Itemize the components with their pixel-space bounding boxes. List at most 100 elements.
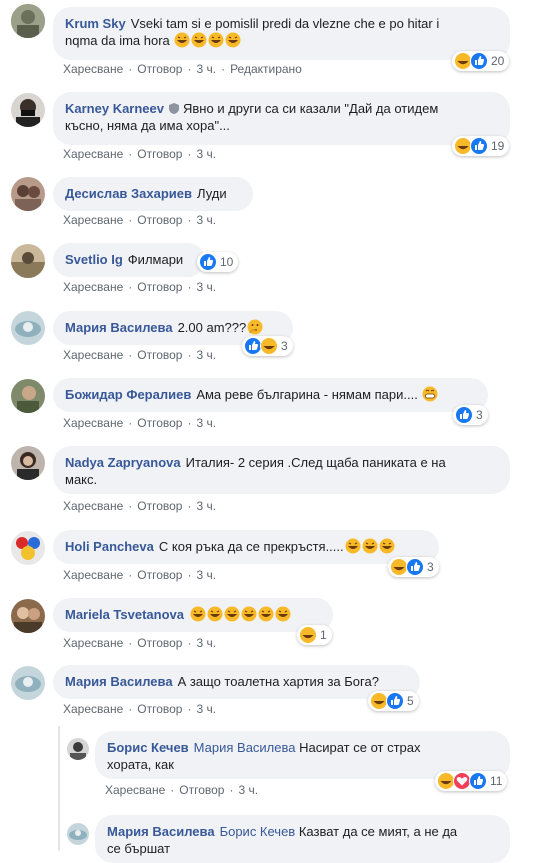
comment-text: Казват да се мият, а не да — [298, 824, 458, 839]
commenter-name[interactable]: Мария Василева — [65, 320, 173, 335]
like-link[interactable]: Харесване — [63, 636, 123, 650]
comment-bubble: Krum Sky Vseki tam si e pomislil predi da… — [53, 7, 510, 60]
avatar[interactable] — [67, 738, 89, 760]
avatar[interactable] — [11, 311, 45, 345]
like-link[interactable]: Харесване — [63, 280, 123, 294]
avatar[interactable] — [11, 379, 45, 413]
commenter-name[interactable]: Борис Кечев — [107, 740, 189, 755]
comment-bubble: Svetlio Ig Филмари — [53, 243, 205, 277]
comment-actions: Харесване · Отговор · 3 ч. — [63, 499, 217, 513]
commenter-name[interactable]: Божидар Фералиев — [65, 387, 191, 402]
timestamp[interactable]: 3 ч. — [196, 213, 216, 227]
comment-text: Ама реве българина - нямам пари.... — [196, 387, 418, 402]
comment-bubble: Nadya Zapryanova Италия- 2 серия .След ща… — [53, 446, 510, 494]
timestamp[interactable]: 3 ч. — [196, 636, 216, 650]
timestamp[interactable]: 3 ч. — [196, 62, 216, 76]
commenter-name[interactable]: Nadya Zapryanova — [65, 455, 181, 470]
reaction-summary[interactable]: 20 — [452, 51, 510, 71]
reply-link[interactable]: Отговор — [137, 499, 182, 513]
timestamp[interactable]: 3 ч. — [196, 416, 216, 430]
like-link[interactable]: Харесване — [63, 702, 123, 716]
laughing-emoji — [190, 606, 206, 622]
timestamp[interactable]: 3 ч. — [196, 499, 216, 513]
comment-text: Филмари — [127, 252, 184, 267]
shield-icon — [169, 103, 179, 114]
comment-actions: Харесване · Отговор · 3 ч. — [63, 702, 217, 716]
like-link[interactable]: Харесване — [63, 62, 123, 76]
mention-link[interactable]: Борис Кечев — [220, 824, 296, 839]
comment-bubble: Holi Pancheva С коя ръка да се прекръстя.… — [53, 530, 439, 564]
comment-text: 2.00 am??? — [177, 320, 247, 335]
mention-link[interactable]: Мария Василева — [194, 740, 296, 755]
avatar[interactable] — [11, 177, 45, 211]
reply-link[interactable]: Отговор — [137, 147, 182, 161]
commenter-name[interactable]: Krum Sky — [65, 16, 126, 31]
like-link[interactable]: Харесване — [63, 499, 123, 513]
reaction-summary[interactable]: 10 — [197, 252, 239, 272]
like-link[interactable]: Харесване — [63, 348, 123, 362]
reaction-summary[interactable]: 3 — [388, 557, 439, 577]
reply-link[interactable]: Отговор — [137, 636, 182, 650]
haha-reaction-icon — [299, 626, 317, 644]
reply-link[interactable]: Отговор — [137, 280, 182, 294]
reaction-summary[interactable]: 3 — [242, 336, 293, 356]
timestamp[interactable]: 3 ч. — [196, 348, 216, 362]
comment-actions: Харесване · Отговор · 3 ч. · Редактирано — [63, 62, 302, 76]
avatar[interactable] — [11, 93, 45, 127]
reaction-summary[interactable]: 1 — [297, 625, 332, 645]
laughing-emoji-group — [173, 32, 241, 48]
avatar[interactable] — [11, 446, 45, 480]
like-link[interactable]: Харесване — [63, 213, 123, 227]
comment-bubble: Божидар Фералиев Ама реве българина - ням… — [53, 378, 488, 412]
like-link[interactable]: Харесване — [105, 783, 165, 797]
timestamp[interactable]: 3 ч. — [196, 702, 216, 716]
comment-text-line2: късно, няма да има хора"... — [65, 118, 230, 133]
reaction-count: 5 — [407, 694, 414, 708]
like-link[interactable]: Харесване — [63, 147, 123, 161]
like-link[interactable]: Харесване — [63, 416, 123, 430]
reply-link[interactable]: Отговор — [137, 62, 182, 76]
like-link[interactable]: Харесване — [63, 568, 123, 582]
comment-text-line2: макс. — [65, 472, 98, 487]
commenter-name[interactable]: Holi Pancheva — [65, 539, 154, 554]
reaction-count: 20 — [491, 54, 505, 68]
commenter-name[interactable]: Karney Karneev — [65, 101, 164, 116]
reply-link[interactable]: Отговор — [137, 213, 182, 227]
laughing-emoji-group — [344, 538, 395, 554]
laughing-emoji — [208, 32, 224, 48]
comment-text: Луди — [197, 186, 227, 201]
reply-link[interactable]: Отговор — [137, 348, 182, 362]
comment-bubble: Мария Василева Борис Кечев Казват да се м… — [95, 815, 510, 863]
commenter-name[interactable]: Svetlio Ig — [65, 252, 123, 267]
commenter-name[interactable]: Mariela Tsvetanova — [65, 607, 184, 622]
comment-text: Насират се от страх — [299, 740, 421, 755]
reaction-summary[interactable]: 5 — [368, 691, 419, 711]
avatar[interactable] — [11, 4, 45, 38]
reply-link[interactable]: Отговор — [137, 702, 182, 716]
reaction-count: 3 — [427, 560, 434, 574]
avatar[interactable] — [67, 823, 89, 845]
commenter-name[interactable]: Мария Василева — [107, 824, 215, 839]
avatar[interactable] — [11, 666, 45, 700]
reply-link[interactable]: Отговор — [179, 783, 224, 797]
reaction-summary[interactable]: 19 — [452, 136, 510, 156]
reaction-count: 19 — [491, 139, 505, 153]
reaction-summary[interactable]: 3 — [453, 405, 488, 425]
avatar[interactable] — [11, 599, 45, 633]
like-reaction-icon — [470, 137, 488, 155]
reaction-summary[interactable]: 11 — [435, 771, 508, 791]
timestamp[interactable]: 3 ч. — [196, 280, 216, 294]
avatar[interactable] — [11, 531, 45, 565]
timestamp[interactable]: 3 ч. — [196, 147, 216, 161]
reply-link[interactable]: Отговор — [137, 568, 182, 582]
reply-link[interactable]: Отговор — [137, 416, 182, 430]
comment-bubble: Mariela Tsvetanova — [53, 598, 333, 632]
avatar[interactable] — [11, 244, 45, 278]
commenter-name[interactable]: Мария Василева — [65, 674, 173, 689]
like-reaction-icon — [406, 558, 424, 576]
timestamp[interactable]: 3 ч. — [196, 568, 216, 582]
edited-label[interactable]: Редактирано — [230, 62, 302, 76]
laughing-emoji — [345, 538, 361, 554]
commenter-name[interactable]: Десислав Захариев — [65, 186, 192, 201]
timestamp[interactable]: 3 ч. — [238, 783, 258, 797]
